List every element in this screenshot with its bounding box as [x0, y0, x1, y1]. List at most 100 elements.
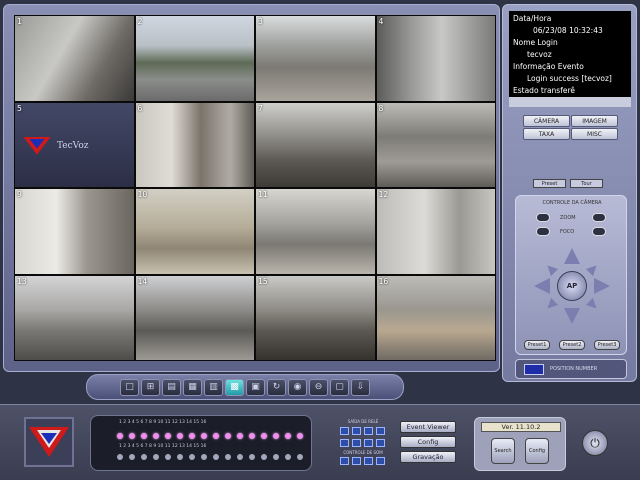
video-status-dot-2 [129, 433, 135, 439]
arrow-down-left-icon[interactable] [543, 297, 559, 313]
ten-view-icon[interactable]: ▥ [204, 378, 223, 396]
event-viewer-button[interactable]: Event Viewer [400, 421, 456, 433]
status-label: Estado transferê [513, 86, 575, 95]
search-button[interactable]: Search [491, 438, 515, 464]
camera-number: 1 [17, 17, 22, 26]
sensor-status-dot-16 [297, 454, 303, 460]
sound-1-button[interactable] [340, 457, 349, 465]
relay-5-button[interactable] [340, 439, 349, 447]
tab-preset[interactable]: Preset [533, 179, 566, 188]
refresh-icon[interactable]: ↻ [267, 378, 286, 396]
misc-mode-button[interactable]: MISC [571, 128, 618, 140]
sound-2-button[interactable] [352, 457, 361, 465]
sound-3-button[interactable] [364, 457, 373, 465]
sensor-status-dot-13 [261, 454, 267, 460]
relay-4-button[interactable] [376, 427, 385, 435]
arrow-right-icon[interactable] [594, 278, 610, 294]
quad-view-icon[interactable]: ⊞ [141, 378, 160, 396]
position-number-input[interactable] [524, 364, 544, 375]
ptz-control-panel: CONTROLE DA CÂMERA ZOOM FOCO AP Preset1 … [515, 195, 627, 355]
config-tool-button[interactable]: Config [525, 438, 549, 464]
arrow-down-right-icon[interactable] [585, 297, 601, 313]
camera-tile-3[interactable]: 3 [256, 16, 375, 101]
arrow-up-icon[interactable] [564, 248, 580, 264]
preset1-button[interactable]: Preset1 [524, 340, 550, 350]
relay-8-button[interactable] [376, 439, 385, 447]
sound-4-button[interactable] [376, 457, 385, 465]
camera-tile-8[interactable]: 8 [376, 102, 495, 187]
camera-tile-6[interactable]: 6 [135, 102, 254, 187]
recording-button[interactable]: Gravação [400, 451, 456, 463]
sensor-status-dot-15 [285, 454, 291, 460]
camera-tile-2[interactable]: 2 [135, 16, 254, 101]
record-icon[interactable]: ◉ [288, 378, 307, 396]
info-scroll-bar[interactable] [509, 97, 631, 107]
camera-tile-7[interactable]: 7 [256, 102, 375, 187]
relay-1-button[interactable] [340, 427, 349, 435]
sensor-status-dot-4 [153, 454, 159, 460]
camera-mode-button[interactable]: CÂMERA [523, 115, 570, 127]
video-status-dot-1 [117, 433, 123, 439]
relay-3-button[interactable] [364, 427, 373, 435]
rate-mode-button[interactable]: TAXA [523, 128, 570, 140]
arrow-down-icon[interactable] [564, 308, 580, 324]
arrow-up-left-icon[interactable] [543, 261, 559, 277]
camera-tile-1[interactable]: 1 [15, 16, 134, 101]
logo-text: TecVoz [57, 140, 89, 151]
event-label: Informação Evento [513, 62, 584, 71]
snapshot-icon[interactable]: ▢ [330, 378, 349, 396]
ptz-center-button[interactable]: AP [557, 271, 587, 301]
relay-7-button[interactable] [364, 439, 373, 447]
camera-number: 2 [137, 17, 143, 26]
camera-tile-13[interactable]: 13 [15, 275, 134, 360]
single-view-icon[interactable]: □ [120, 378, 139, 396]
preset2-button[interactable]: Preset2 [559, 340, 585, 350]
camera-number: 16 [378, 276, 389, 286]
zoom-out-icon[interactable]: ⊖ [309, 378, 328, 396]
sensor-status-dot-11 [237, 454, 243, 460]
ptz-tabs: Preset Tour [533, 179, 603, 188]
nine-view-icon[interactable]: ▦ [183, 378, 202, 396]
preset3-button[interactable]: Preset3 [594, 340, 620, 350]
camera-number: 6 [137, 103, 143, 113]
date-value: 06/23/08 10:32:43 [533, 26, 603, 35]
video-status-dot-3 [141, 433, 147, 439]
camera-tile-5[interactable]: TecVoz 5 [15, 102, 134, 187]
relay-2-button[interactable] [352, 427, 361, 435]
relay-6-button[interactable] [352, 439, 361, 447]
sensor-status-dot-6 [177, 454, 183, 460]
video-status-dot-6 [177, 433, 183, 439]
date-label: Data/Hora [513, 14, 552, 23]
sixteen-view-icon[interactable]: ▩ [225, 378, 244, 396]
camera-tile-10[interactable]: 10 [135, 189, 254, 274]
zoom-out-button[interactable] [592, 213, 606, 222]
camera-tile-14[interactable]: 14 [135, 275, 254, 360]
mode-buttons: CÂMERA IMAGEM TAXA MISC [523, 115, 618, 140]
export-icon[interactable]: ⇩ [351, 378, 370, 396]
camera-tile-16[interactable]: 16 [376, 275, 495, 360]
camera-tile-11[interactable]: 11 [256, 189, 375, 274]
camera-tile-15[interactable]: 15 [256, 275, 375, 360]
version-panel: Ver. 11.10.2 Search Config [474, 417, 566, 471]
sensor-status-dot-10 [225, 454, 231, 460]
config-button[interactable]: Config [400, 436, 456, 448]
focus-far-button[interactable] [592, 227, 606, 236]
full-screen-icon[interactable]: ▣ [246, 378, 265, 396]
sensor-status-dot-9 [213, 454, 219, 460]
video-status-dot-9 [213, 433, 219, 439]
video-status-dot-16 [297, 433, 303, 439]
arrow-up-right-icon[interactable] [585, 261, 601, 277]
six-view-icon[interactable]: ▤ [162, 378, 181, 396]
dock-logo [24, 417, 74, 467]
image-mode-button[interactable]: IMAGEM [571, 115, 618, 127]
arrow-left-icon[interactable] [534, 278, 550, 294]
bottom-dock: 1 2 3 4 5 6 7 8 9 10 11 12 13 14 15 16 1… [0, 404, 640, 480]
camera-tile-9[interactable]: 9 [15, 189, 134, 274]
camera-tile-4[interactable]: 4 [376, 16, 495, 101]
camera-tile-12[interactable]: 12 [376, 189, 495, 274]
power-icon[interactable]: ⏻ [582, 430, 608, 456]
video-status-dot-15 [285, 433, 291, 439]
zoom-in-button[interactable] [536, 213, 550, 222]
tab-tour[interactable]: Tour [570, 179, 603, 188]
focus-near-button[interactable] [536, 227, 550, 236]
